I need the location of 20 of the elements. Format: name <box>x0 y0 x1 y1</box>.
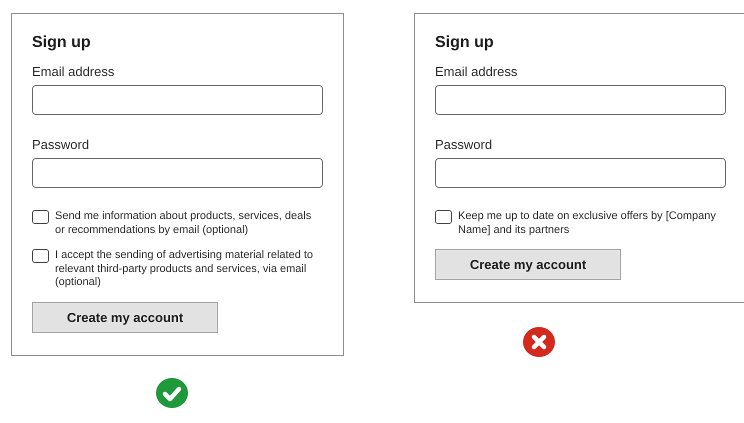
form-title: Sign up <box>32 34 92 52</box>
checkbox[interactable] <box>32 210 49 224</box>
form-title: Sign up <box>435 34 495 52</box>
checkbox[interactable] <box>32 249 49 263</box>
field-label: Password <box>32 137 90 152</box>
create-account-button[interactable]: Create my account <box>32 302 218 332</box>
input-field[interactable] <box>435 158 726 188</box>
field-label: Email address <box>435 64 518 79</box>
field-label: Email address <box>32 64 116 79</box>
check-circle-icon <box>156 378 188 408</box>
input-field[interactable] <box>435 85 726 115</box>
x-circle-icon <box>522 327 554 357</box>
checkbox-label: Keep me up to date on exclusive offers by [Company Name] and its partners <box>458 210 717 237</box>
create-account-button[interactable]: Create my account <box>435 249 621 280</box>
checkbox-label: I accept the sending of advertising material related to relevant third-party products and services, via email (optional) <box>55 249 314 290</box>
checkbox-label: Send me information about products, services, deals or recommendations by email (optional) <box>55 210 312 237</box>
checkbox[interactable] <box>435 210 452 224</box>
field-label: Password <box>435 137 494 152</box>
input-field[interactable] <box>32 158 323 188</box>
input-field[interactable] <box>32 85 323 115</box>
